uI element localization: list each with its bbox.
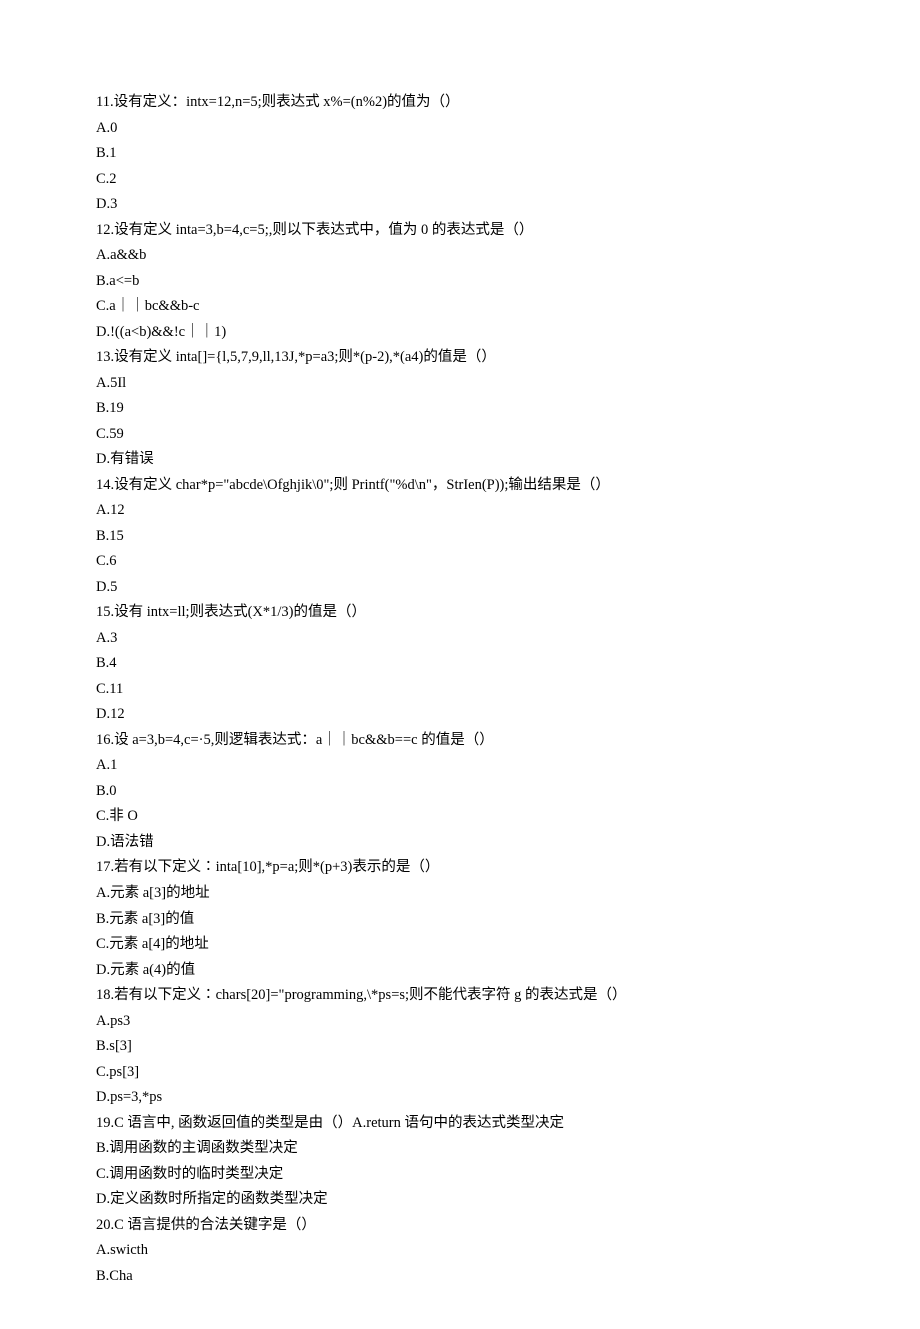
question-option: A.swicth [96, 1238, 824, 1264]
question-stem: 16.设 a=3,b=4,c=·5,则逻辑表达式：a｜｜bc&&b==c 的值是… [96, 728, 824, 754]
question-option: B.a<=b [96, 269, 824, 295]
question-option: B.4 [96, 651, 824, 677]
question-option: C.ps[3] [96, 1060, 824, 1086]
question-option: D.12 [96, 702, 824, 728]
question-stem: 13.设有定义 inta[]={l,5,7,9,ll,13J,*p=a3;则*(… [96, 345, 824, 371]
question-option: B.调用函数的主调函数类型决定 [96, 1136, 824, 1162]
question-stem: 19.C 语言中, 函数返回值的类型是由（）A.return 语句中的表达式类型… [96, 1111, 824, 1137]
question-stem: 17.若有以下定义∶inta[10],*p=a;则*(p+3)表示的是（） [96, 855, 824, 881]
question-option: A.3 [96, 626, 824, 652]
question-stem: 15.设有 intx=ll;则表达式(X*1/3)的值是（） [96, 600, 824, 626]
question-option: D.ps=3,*ps [96, 1085, 824, 1111]
question-option: B.元素 a[3]的值 [96, 907, 824, 933]
question-option: C.a｜｜bc&&b-c [96, 294, 824, 320]
question-option: C.2 [96, 167, 824, 193]
question-option: A.a&&b [96, 243, 824, 269]
question-option: D.定义函数时所指定的函数类型决定 [96, 1187, 824, 1213]
question-option: D.5 [96, 575, 824, 601]
question-option: B.15 [96, 524, 824, 550]
question-option: A.12 [96, 498, 824, 524]
question-option: C.11 [96, 677, 824, 703]
question-option: B.s[3] [96, 1034, 824, 1060]
question-option: B.Cha [96, 1264, 824, 1290]
question-option: A.1 [96, 753, 824, 779]
question-option: D.语法错 [96, 830, 824, 856]
question-stem: 14.设有定义 char*p="abcde\Ofghjik\0";则 Print… [96, 473, 824, 499]
question-option: C.6 [96, 549, 824, 575]
question-option: D.3 [96, 192, 824, 218]
question-option: B.19 [96, 396, 824, 422]
question-option: A.5Il [96, 371, 824, 397]
question-option: B.0 [96, 779, 824, 805]
question-stem: 18.若有以下定义∶chars[20]="programming,\*ps=s;… [96, 983, 824, 1009]
question-option: B.1 [96, 141, 824, 167]
question-option: C.非 O [96, 804, 824, 830]
question-option: C.调用函数时的临时类型决定 [96, 1162, 824, 1188]
question-option: C.元素 a[4]的地址 [96, 932, 824, 958]
question-option: D.元素 a(4)的值 [96, 958, 824, 984]
question-option: A.ps3 [96, 1009, 824, 1035]
question-stem: 12.设有定义 inta=3,b=4,c=5;,则以下表达式中，值为 0 的表达… [96, 218, 824, 244]
question-option: D.有错误 [96, 447, 824, 473]
document-body: 11.设有定义：intx=12,n=5;则表达式 x%=(n%2)的值为（）A.… [96, 90, 824, 1289]
question-option: D.!((a<b)&&!c｜｜1) [96, 320, 824, 346]
question-stem: 20.C 语言提供的合法关键字是（） [96, 1213, 824, 1239]
question-option: C.59 [96, 422, 824, 448]
question-option: A.元素 a[3]的地址 [96, 881, 824, 907]
question-stem: 11.设有定义：intx=12,n=5;则表达式 x%=(n%2)的值为（） [96, 90, 824, 116]
question-option: A.0 [96, 116, 824, 142]
